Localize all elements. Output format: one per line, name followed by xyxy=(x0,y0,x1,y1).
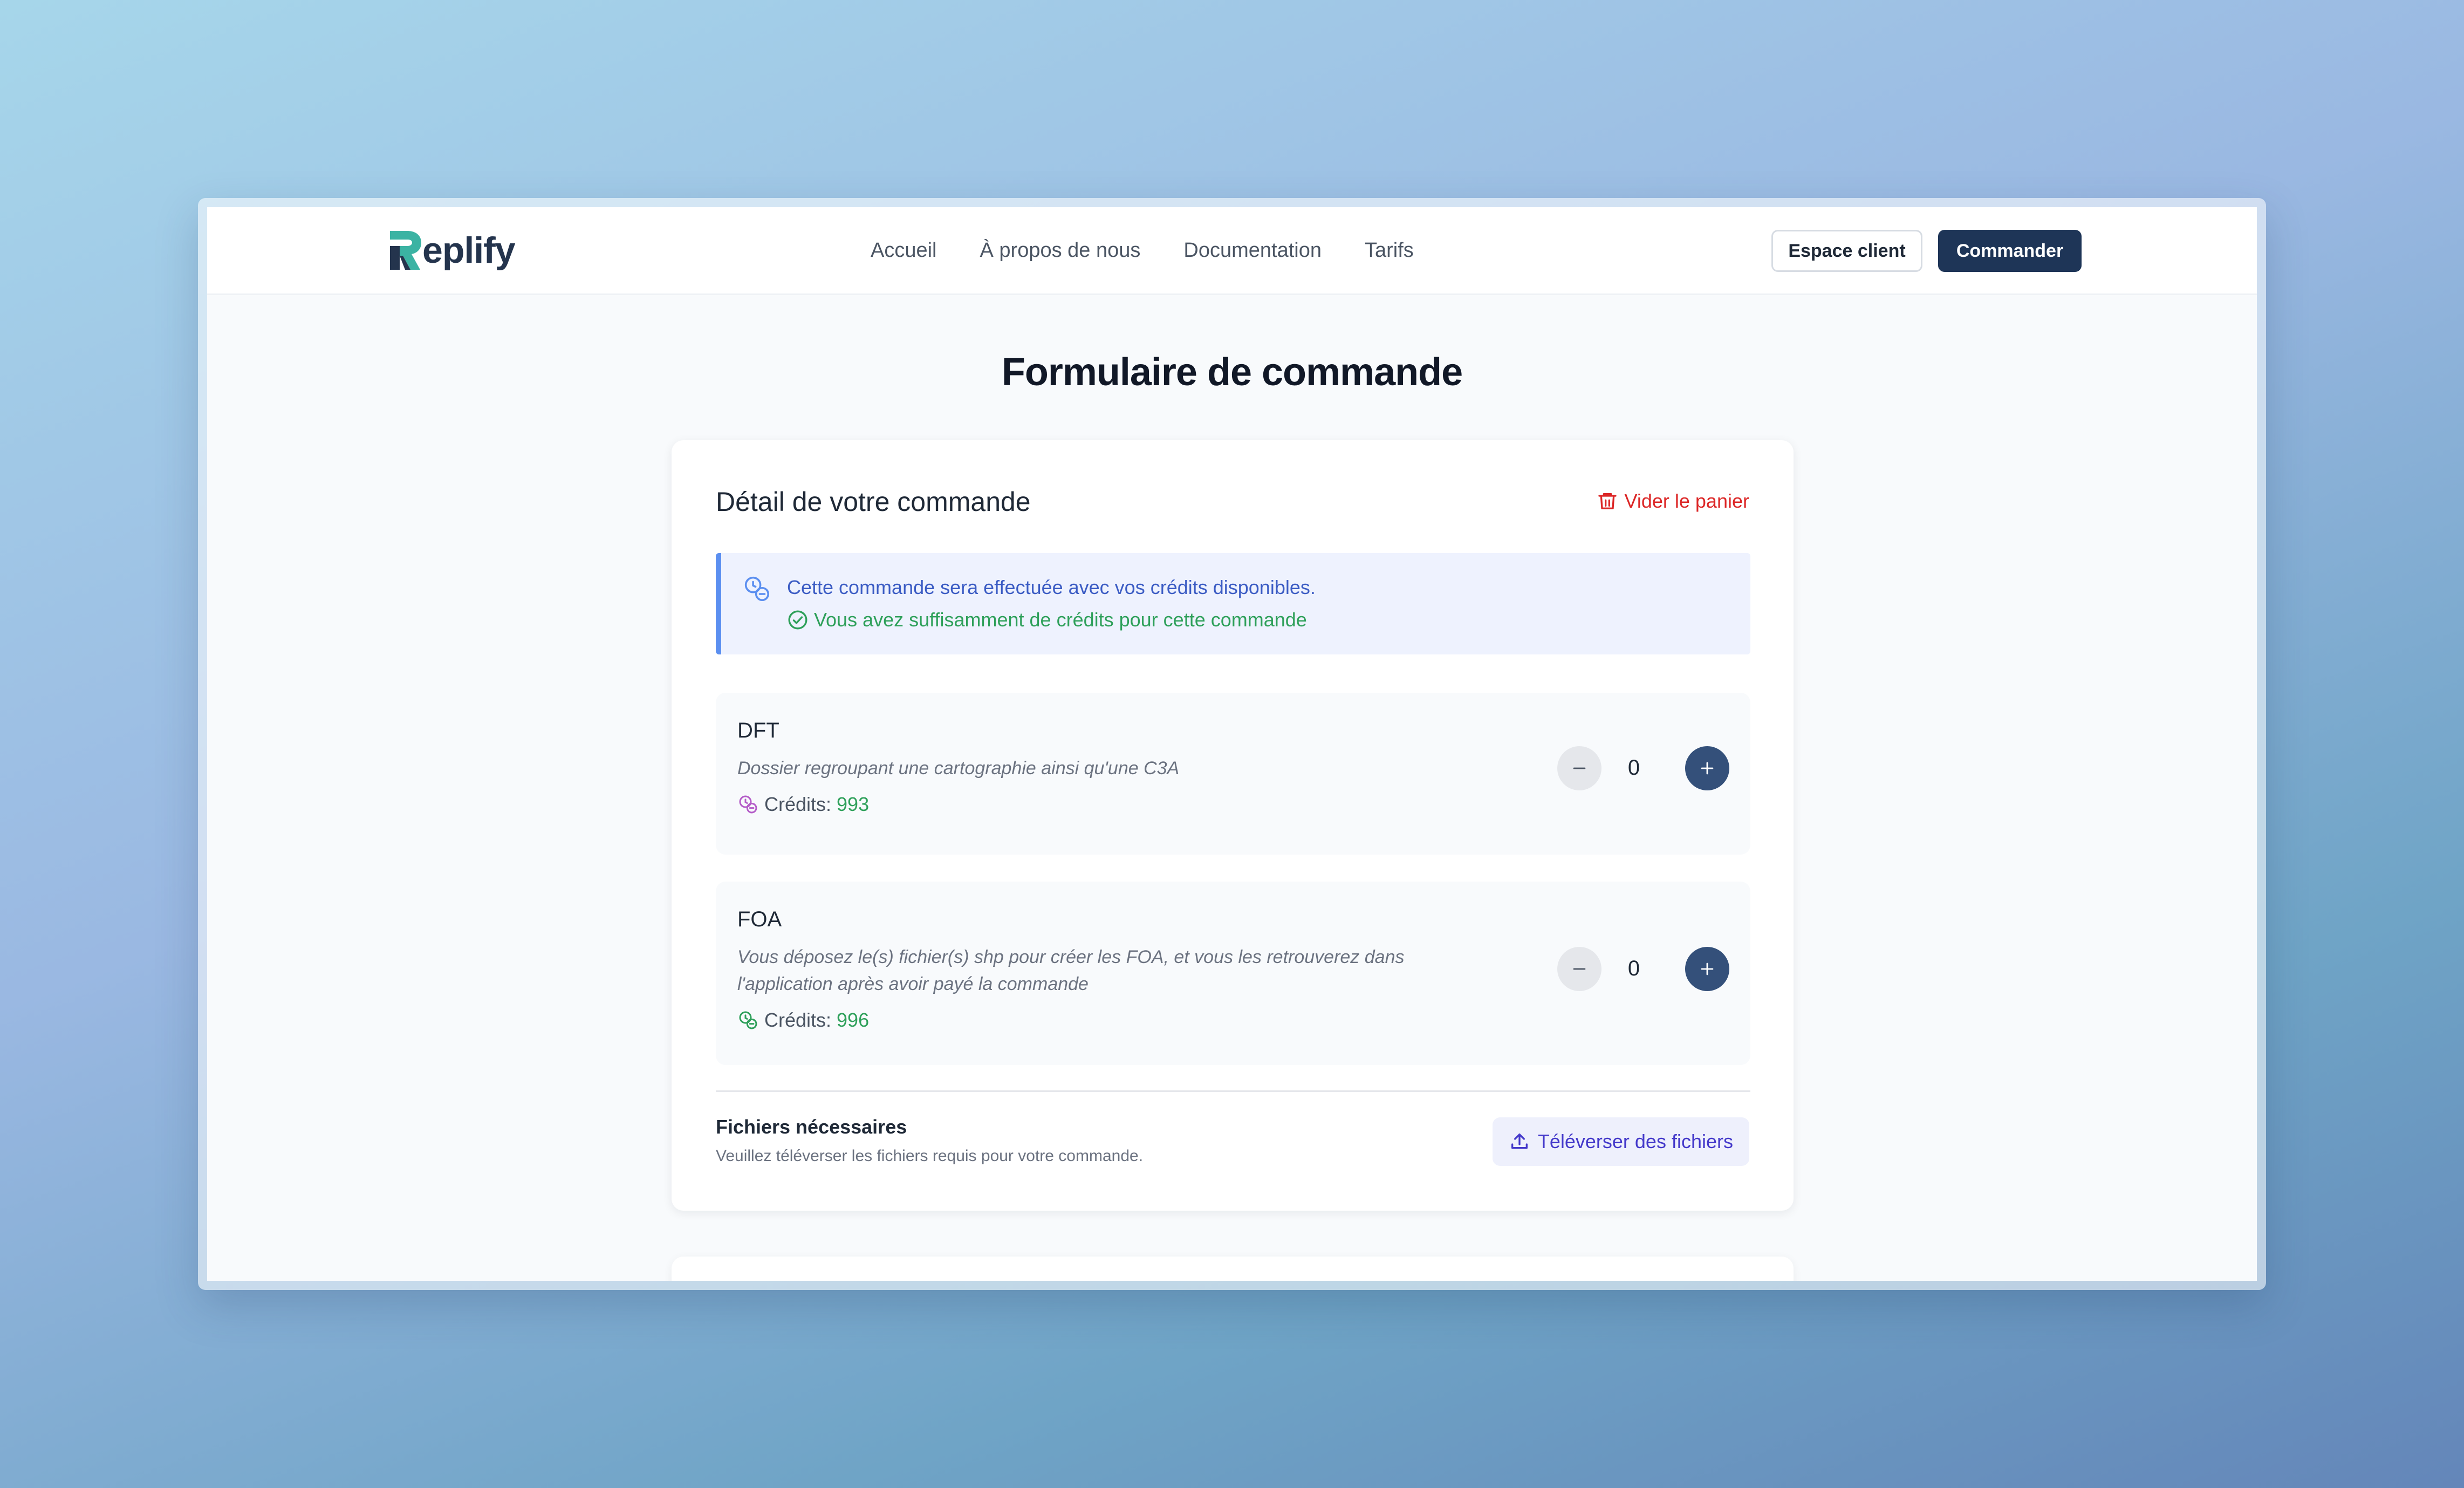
section-divider xyxy=(716,1090,1750,1092)
page-viewport: eplify Accueil À propos de nous Document… xyxy=(207,207,2257,1281)
logo-text: eplify xyxy=(422,230,516,271)
credits-status-text: Vous avez suffisamment de crédits pour c… xyxy=(814,609,1307,631)
product-description: Vous déposez le(s) fichier(s) shp pour c… xyxy=(737,947,1405,994)
credits-info-banner: Cette commande sera effectuée avec vos c… xyxy=(716,553,1750,654)
replify-logo-icon xyxy=(390,231,421,270)
check-circle-icon xyxy=(788,610,807,630)
trash-icon xyxy=(1598,493,1617,509)
nav-link-documentation[interactable]: Documentation xyxy=(1183,239,1322,262)
order-details-card: Détail de votre commande Vider le panier… xyxy=(672,440,1794,1211)
nav-link-pricing[interactable]: Tarifs xyxy=(1365,239,1414,262)
increase-quantity-button[interactable] xyxy=(1685,947,1729,991)
coins-icon xyxy=(744,576,770,602)
credits-value: 996 xyxy=(837,1009,870,1031)
next-section-card xyxy=(672,1257,1794,1281)
empty-cart-button[interactable]: Vider le panier xyxy=(1597,490,1750,513)
decrease-quantity-button[interactable] xyxy=(1557,947,1601,991)
nav-link-about[interactable]: À propos de nous xyxy=(980,239,1141,262)
product-name: DFT xyxy=(737,719,779,742)
quantity-value: 0 xyxy=(1627,756,1640,780)
upload-icon xyxy=(1511,1134,1528,1149)
product-credits: Crédits: 996 xyxy=(737,1009,869,1032)
credits-label: Crédits: xyxy=(764,793,832,815)
card-title: Détail de votre commande xyxy=(716,487,1031,517)
product-item-foa: FOA Vous déposez le(s) fichier(s) shp po… xyxy=(716,882,1750,1065)
upload-files-label: Téléverser des fichiers xyxy=(1537,1130,1733,1152)
product-name: FOA xyxy=(737,907,782,931)
order-button[interactable]: Commander xyxy=(1938,230,2082,272)
logo[interactable]: eplify xyxy=(388,229,516,272)
nav-link-home[interactable]: Accueil xyxy=(871,239,937,262)
credits-label: Crédits: xyxy=(764,1009,832,1031)
product-credits: Crédits: 993 xyxy=(737,793,869,816)
product-description: Dossier regroupant une cartographie ains… xyxy=(737,758,1180,779)
client-area-button[interactable]: Espace client xyxy=(1771,230,1922,272)
quantity-value: 0 xyxy=(1627,957,1640,980)
credits-info-message: Cette commande sera effectuée avec vos c… xyxy=(787,576,1316,598)
increase-quantity-button[interactable] xyxy=(1685,746,1729,790)
coins-icon xyxy=(739,795,757,814)
empty-cart-label: Vider le panier xyxy=(1624,490,1750,512)
main-nav: Accueil À propos de nous Documentation T… xyxy=(871,207,1457,293)
page-title: Formulaire de commande xyxy=(1001,351,1463,394)
minus-icon xyxy=(1573,968,1586,970)
plus-icon xyxy=(1701,762,1714,775)
decrease-quantity-button[interactable] xyxy=(1557,746,1601,790)
minus-icon xyxy=(1573,767,1586,769)
browser-window: eplify Accueil À propos de nous Document… xyxy=(198,198,2266,1290)
top-navbar: eplify Accueil À propos de nous Document… xyxy=(207,207,2257,295)
upload-files-button[interactable]: Téléverser des fichiers xyxy=(1492,1117,1749,1166)
credits-status: Vous avez suffisamment de crédits pour c… xyxy=(787,609,1307,631)
credits-value: 993 xyxy=(837,793,870,815)
coins-icon xyxy=(739,1011,757,1029)
plus-icon xyxy=(1701,963,1714,975)
product-item-dft: DFT Dossier regroupant une cartographie … xyxy=(716,693,1750,855)
required-files-subtitle: Veuillez téléverser les fichiers requis … xyxy=(716,1147,1144,1165)
required-files-title: Fichiers nécessaires xyxy=(716,1116,907,1138)
